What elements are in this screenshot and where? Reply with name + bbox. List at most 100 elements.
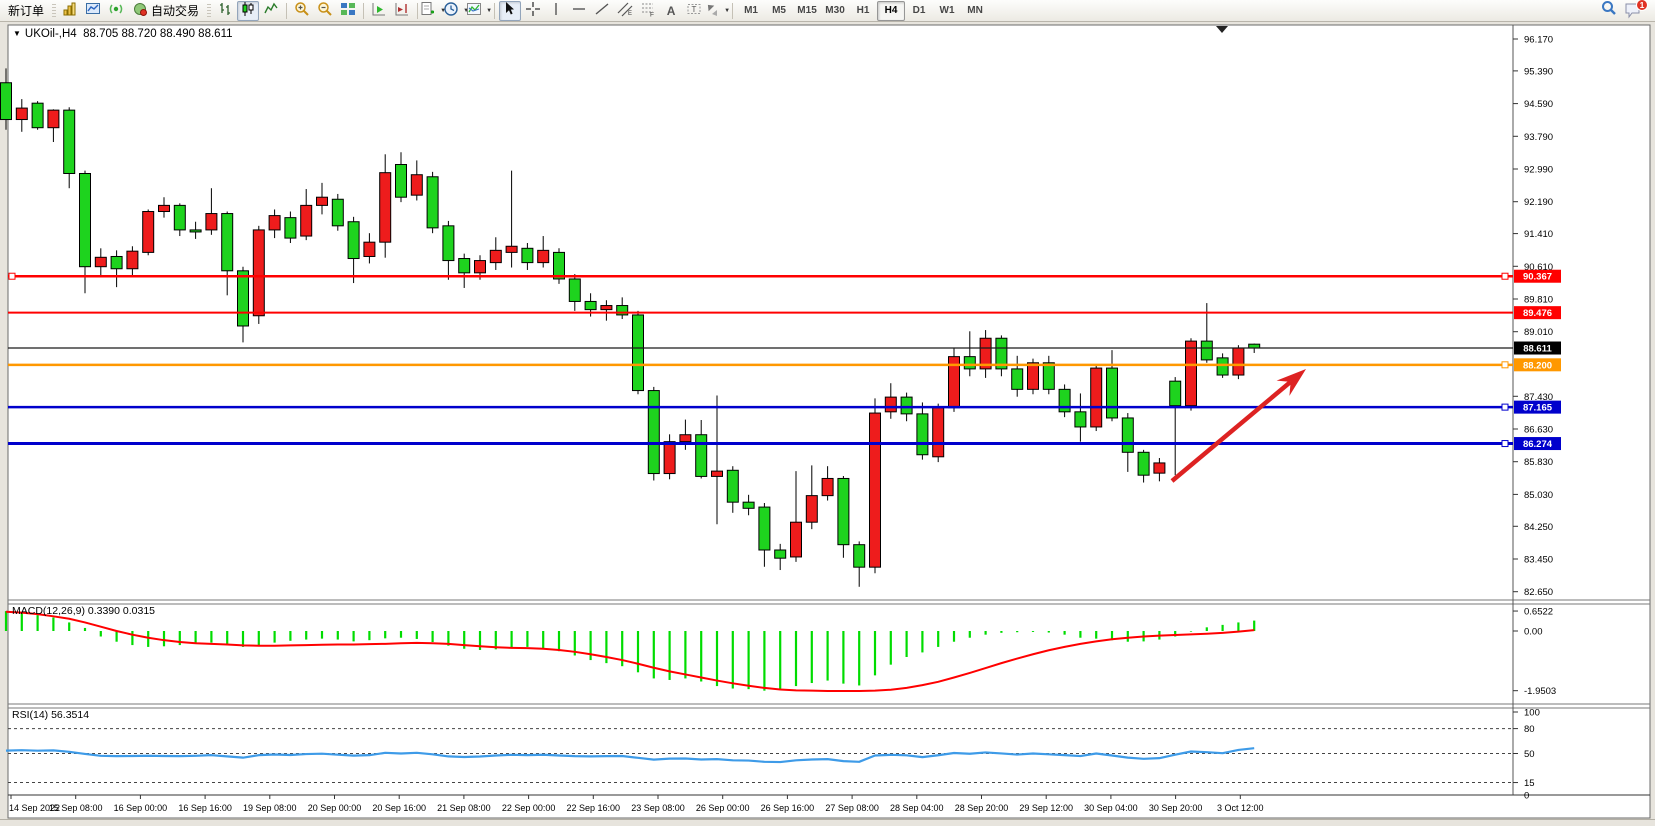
- candle-body[interactable]: [443, 226, 454, 261]
- candle-body[interactable]: [585, 301, 596, 309]
- candle-body[interactable]: [601, 306, 612, 310]
- candle-body[interactable]: [1201, 341, 1212, 360]
- candle-body[interactable]: [696, 435, 707, 477]
- timeframe-d1[interactable]: D1: [905, 1, 933, 21]
- timeframe-mn[interactable]: MN: [961, 1, 989, 21]
- arrows-button[interactable]: ▼: [706, 1, 728, 21]
- candle-body[interactable]: [917, 414, 928, 455]
- candle-body[interactable]: [759, 507, 770, 550]
- candle-body[interactable]: [285, 218, 296, 238]
- candle-body[interactable]: [1122, 418, 1133, 452]
- candle-body[interactable]: [80, 173, 91, 266]
- candle-body[interactable]: [822, 478, 833, 495]
- candle-body[interactable]: [427, 177, 438, 228]
- candle-body[interactable]: [1091, 368, 1102, 427]
- candle-body[interactable]: [253, 230, 264, 316]
- candle-body[interactable]: [269, 216, 280, 230]
- candle-body[interactable]: [238, 271, 249, 326]
- candle-body[interactable]: [854, 545, 865, 567]
- label-button[interactable]: T: [683, 1, 705, 21]
- candle-body[interactable]: [1186, 341, 1197, 406]
- crosshair-button[interactable]: [522, 1, 544, 21]
- candle-body[interactable]: [1138, 452, 1149, 475]
- candle-body[interactable]: [475, 261, 486, 273]
- trendline-button[interactable]: [591, 1, 613, 21]
- market-watch-button[interactable]: [82, 1, 104, 21]
- tile-windows-button[interactable]: [337, 1, 359, 21]
- candle-body[interactable]: [870, 413, 881, 567]
- cursor-button[interactable]: [499, 1, 521, 21]
- candle-body[interactable]: [301, 205, 312, 236]
- candle-body[interactable]: [380, 173, 391, 242]
- timeframe-m1[interactable]: M1: [737, 1, 765, 21]
- candle-body[interactable]: [32, 103, 43, 128]
- candle-body[interactable]: [1154, 463, 1165, 473]
- bar-chart-button[interactable]: [214, 1, 236, 21]
- candle-body[interactable]: [348, 222, 359, 259]
- candle-body[interactable]: [633, 315, 644, 391]
- candle-body[interactable]: [95, 257, 106, 266]
- chat-icon[interactable]: 1: [1624, 1, 1644, 21]
- candle-body[interactable]: [1, 83, 12, 120]
- search-icon[interactable]: [1600, 0, 1618, 22]
- candle-body[interactable]: [727, 470, 738, 502]
- candle-body[interactable]: [648, 391, 659, 474]
- channel-button[interactable]: E: [614, 1, 636, 21]
- candle-body[interactable]: [1075, 412, 1086, 427]
- candle-body[interactable]: [791, 522, 802, 557]
- candlestick-button[interactable]: [237, 1, 259, 21]
- candle-body[interactable]: [538, 250, 549, 262]
- candle-body[interactable]: [190, 230, 201, 232]
- auto-scroll-button[interactable]: [368, 1, 390, 21]
- text-button[interactable]: A: [660, 1, 682, 21]
- hline-handle[interactable]: [1502, 362, 1508, 368]
- candle-body[interactable]: [411, 175, 422, 195]
- hline-handle[interactable]: [1502, 404, 1508, 410]
- candle-body[interactable]: [64, 110, 75, 173]
- candle-body[interactable]: [1012, 369, 1023, 389]
- zoom-out-button[interactable]: [314, 1, 336, 21]
- candle-body[interactable]: [1170, 381, 1181, 406]
- auto-trading-button[interactable]: 自动交易: [128, 1, 204, 21]
- timeframe-m30[interactable]: M30: [821, 1, 849, 21]
- candle-body[interactable]: [222, 214, 233, 271]
- candle-body[interactable]: [174, 205, 185, 230]
- new-order-button[interactable]: 新订单: [3, 1, 49, 21]
- timeframe-h1[interactable]: H1: [849, 1, 877, 21]
- candle-body[interactable]: [206, 214, 217, 230]
- candle-body[interactable]: [1028, 363, 1039, 390]
- chart-shift-button[interactable]: [391, 1, 413, 21]
- candle-body[interactable]: [1233, 348, 1244, 375]
- new-chart-button[interactable]: ▼: [422, 1, 444, 21]
- candle-body[interactable]: [317, 197, 328, 205]
- candle-body[interactable]: [1043, 363, 1054, 390]
- profiles-button[interactable]: ▼: [445, 1, 467, 21]
- candle-body[interactable]: [933, 408, 944, 457]
- candle-body[interactable]: [459, 259, 470, 273]
- candle-body[interactable]: [127, 251, 138, 269]
- indicators-button[interactable]: ▼: [468, 1, 490, 21]
- candle-body[interactable]: [569, 279, 580, 301]
- candle-body[interactable]: [332, 199, 343, 226]
- candle-body[interactable]: [159, 205, 170, 211]
- chart-dropdown-icon[interactable]: ▼: [13, 29, 21, 38]
- candle-body[interactable]: [1107, 368, 1118, 418]
- candle-body[interactable]: [664, 442, 675, 474]
- candle-body[interactable]: [901, 397, 912, 414]
- candle-body[interactable]: [364, 242, 375, 256]
- timeframe-m15[interactable]: M15: [793, 1, 821, 21]
- candle-body[interactable]: [680, 435, 691, 442]
- candle-body[interactable]: [1217, 358, 1228, 375]
- candle-body[interactable]: [143, 212, 154, 253]
- candle-body[interactable]: [712, 471, 723, 476]
- candle-body[interactable]: [111, 256, 122, 268]
- hline-handle[interactable]: [9, 273, 15, 279]
- candle-body[interactable]: [806, 496, 817, 523]
- vertical-line-button[interactable]: [545, 1, 567, 21]
- zoom-in-button[interactable]: [291, 1, 313, 21]
- horizontal-line-button[interactable]: [568, 1, 590, 21]
- chart-canvas[interactable]: 90.36789.47688.61188.20087.16586.27496.1…: [0, 0, 1655, 825]
- hline-handle[interactable]: [1502, 441, 1508, 447]
- candle-body[interactable]: [743, 502, 754, 508]
- candle-body[interactable]: [396, 165, 407, 198]
